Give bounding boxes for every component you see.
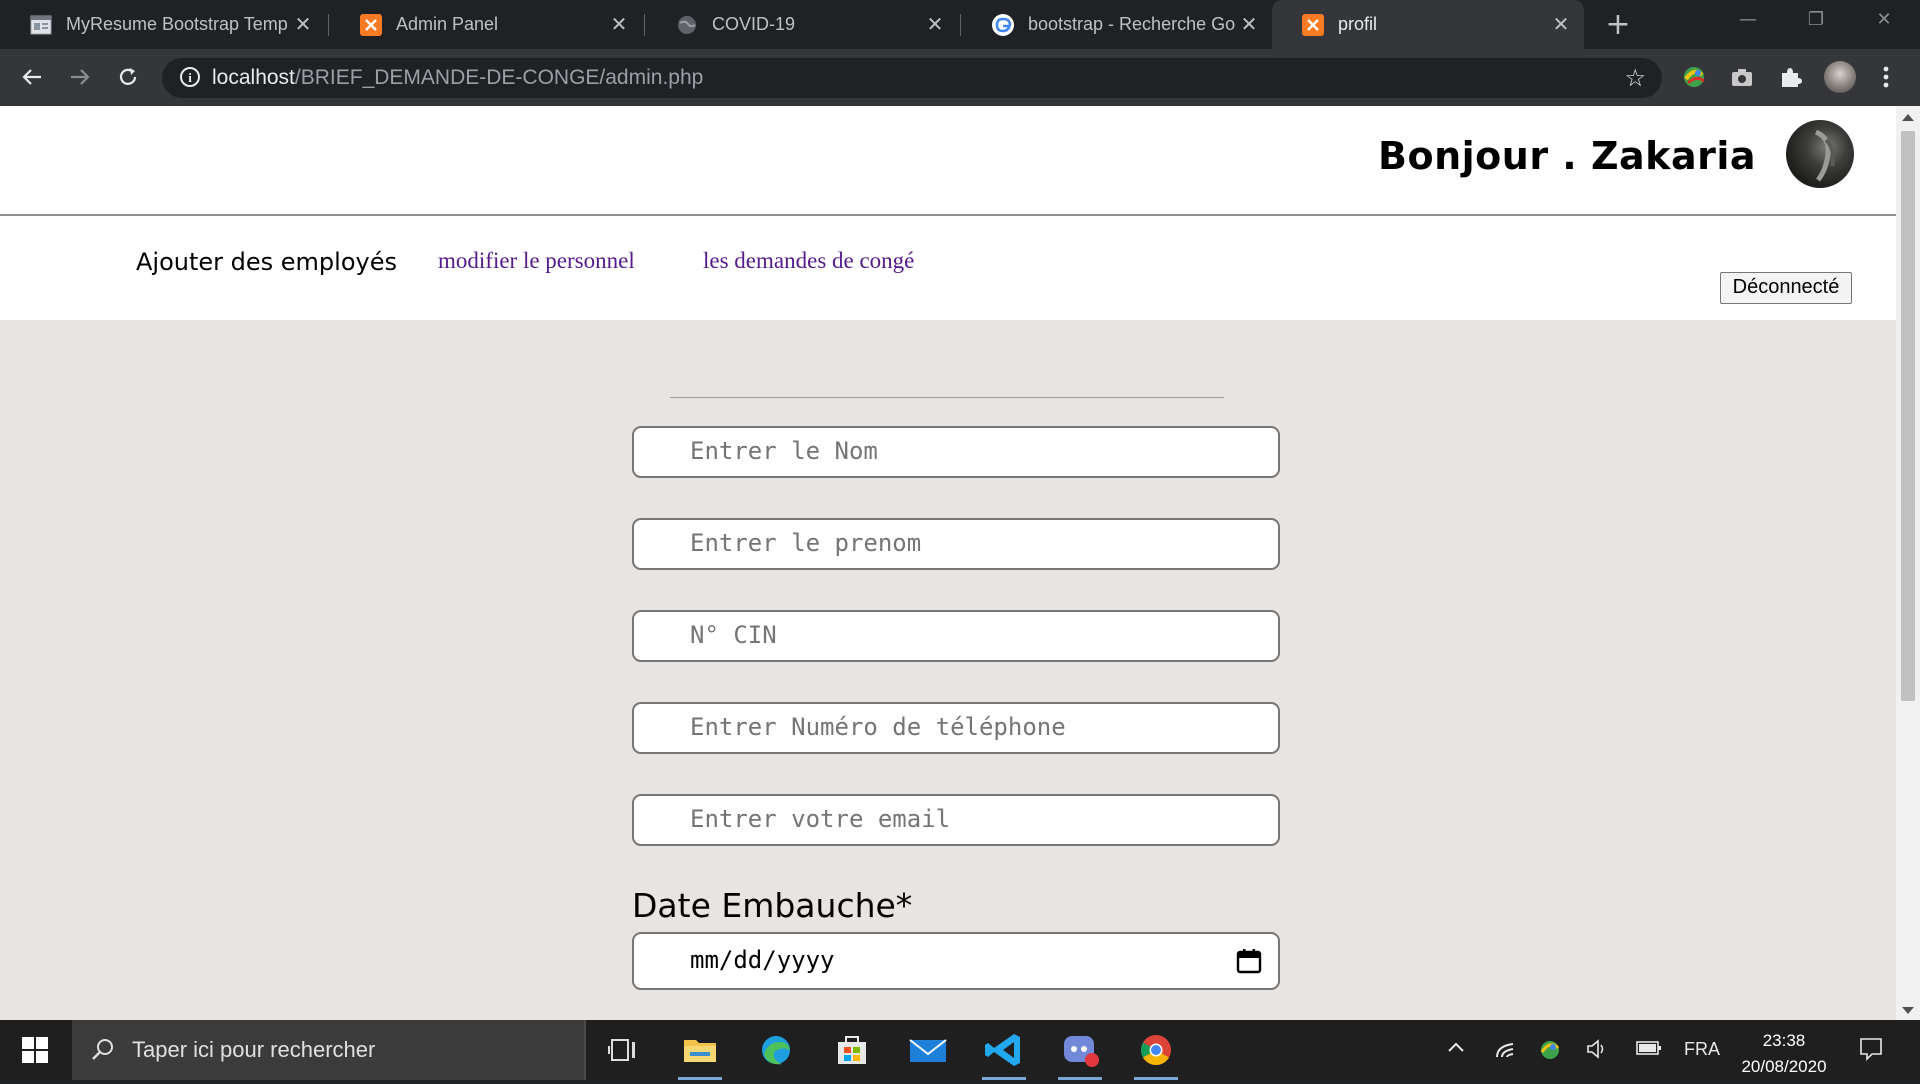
edge-icon[interactable] [742,1020,810,1080]
tab-admin-panel[interactable]: Admin Panel ✕ [330,0,642,49]
tab-title: MyResume Bootstrap Temp [66,14,288,34]
page-header: Bonjour . Zakaria [0,106,1896,216]
vscode-icon[interactable] [970,1020,1038,1080]
windows-taskbar: Taper ici pour rechercher FRA 23:38 20/0 [0,1020,1920,1080]
profile-avatar-icon[interactable] [1824,61,1856,93]
clock-time: 23:38 [1762,1031,1806,1050]
tab-separator [644,14,645,36]
close-window-button[interactable]: ✕ [1854,0,1914,40]
windows-logo-icon [22,1037,48,1063]
scrollbar-thumb[interactable] [1901,131,1915,701]
hire-date-label: Date Embauche* [632,886,913,925]
main-nav: Ajouter des employés modifier le personn… [0,216,1896,320]
search-placeholder: Taper ici pour rechercher [132,1037,376,1062]
tab-title: COVID-19 [712,14,796,34]
tab-covid[interactable]: COVID-19 ✕ [646,0,958,49]
tab-title: profil [1338,14,1378,34]
form-divider [670,397,1224,398]
minimize-button[interactable]: — [1718,0,1778,40]
extensions-puzzle-icon[interactable] [1776,63,1804,91]
discord-icon[interactable] [1046,1020,1114,1080]
document-icon [30,14,52,36]
close-tab-icon[interactable]: ✕ [606,12,632,37]
battery-icon[interactable] [1636,1038,1662,1063]
close-tab-icon[interactable]: ✕ [290,12,316,37]
extension-colorful-icon[interactable] [1680,63,1708,91]
phone-input[interactable]: Entrer Numéro de téléphone [632,702,1280,754]
forward-arrow-icon [71,69,90,85]
tab-myresume[interactable]: MyResume Bootstrap Temp ✕ [0,0,326,49]
mail-icon[interactable] [894,1020,962,1080]
hire-date-input[interactable]: mm/dd/yyyy [632,932,1280,990]
browser-tab-strip: MyResume Bootstrap Temp ✕ Admin Panel ✕ … [0,0,1920,49]
reload-button[interactable] [110,59,146,95]
tab-separator [960,14,961,36]
nav-add-employees[interactable]: Ajouter des employés [136,248,397,276]
email-input[interactable]: Entrer votre email [632,794,1280,846]
start-button[interactable] [0,1020,72,1080]
url-path: /BRIEF_DEMANDE-DE-CONGE/admin.php [294,66,704,89]
tab-title: Admin Panel [396,14,499,34]
site-info-icon[interactable]: i [180,67,200,87]
last-name-input[interactable]: Entrer le Nom [632,426,1280,478]
cin-input[interactable]: N° CIN [632,610,1280,662]
chrome-icon[interactable] [1122,1020,1190,1080]
back-arrow-icon [22,69,41,85]
search-icon [92,1039,113,1060]
taskbar-search-box[interactable]: Taper ici pour rechercher [72,1020,586,1080]
tab-profil[interactable]: profil ✕ [1272,0,1584,49]
web-page: Bonjour . Zakaria Ajouter des employés m… [0,106,1896,1020]
new-tab-button[interactable]: + [1600,8,1636,44]
tab-google-search[interactable]: bootstrap - Recherche Goo ✕ [962,0,1272,49]
system-clock[interactable]: 23:38 20/08/2020 [1734,1028,1834,1080]
calendar-icon[interactable] [1236,948,1262,974]
xampp-icon [1302,13,1324,36]
task-view-icon[interactable] [590,1020,658,1080]
globe-icon [676,14,698,36]
reload-icon [119,68,137,85]
close-tab-icon[interactable]: ✕ [1236,12,1262,37]
camera-icon[interactable] [1728,63,1756,91]
address-bar[interactable]: i localhost/BRIEF_DEMANDE-DE-CONGE/admin… [162,58,1662,98]
url-text[interactable]: localhost/BRIEF_DEMANDE-DE-CONGE/admin.p… [212,66,703,90]
notifications-icon[interactable] [1858,1036,1884,1067]
logout-button[interactable]: Déconnecté [1720,272,1852,304]
greeting-title: Bonjour . Zakaria [1378,134,1756,178]
date-placeholder: mm/dd/yyyy [690,946,835,974]
scroll-down-arrow-icon[interactable] [1902,1007,1914,1014]
show-hidden-icons[interactable] [1446,1038,1466,1063]
language-indicator[interactable]: FRA [1684,1039,1720,1060]
tab-title: bootstrap - Recherche Goo [1028,14,1236,34]
tab-separator [328,14,329,36]
menu-kebab-icon[interactable] [1878,63,1894,91]
nav-leave-requests[interactable]: les demandes de congé [703,248,914,274]
xampp-icon [360,13,382,36]
clock-date: 20/08/2020 [1741,1057,1827,1076]
page-scrollbar[interactable] [1896,106,1920,1020]
close-tab-icon[interactable]: ✕ [1548,12,1574,37]
url-host: localhost [212,66,295,89]
first-name-input[interactable]: Entrer le prenom [632,518,1280,570]
scroll-up-arrow-icon[interactable] [1902,114,1914,121]
network-icon[interactable] [1494,1038,1516,1065]
close-tab-icon[interactable]: ✕ [922,12,948,37]
bookmark-star-icon[interactable]: ☆ [1624,64,1646,92]
store-icon[interactable] [818,1020,886,1080]
google-icon [992,13,1014,36]
nav-edit-staff[interactable]: modifier le personnel [438,248,635,274]
user-avatar [1786,120,1854,188]
back-button[interactable] [14,59,50,95]
colorful-tray-icon[interactable] [1538,1038,1562,1067]
restore-button[interactable]: ❐ [1786,0,1846,40]
browser-toolbar: i localhost/BRIEF_DEMANDE-DE-CONGE/admin… [0,49,1920,106]
forward-button[interactable] [62,59,98,95]
volume-icon[interactable] [1586,1038,1610,1065]
file-explorer-icon[interactable] [666,1020,734,1080]
